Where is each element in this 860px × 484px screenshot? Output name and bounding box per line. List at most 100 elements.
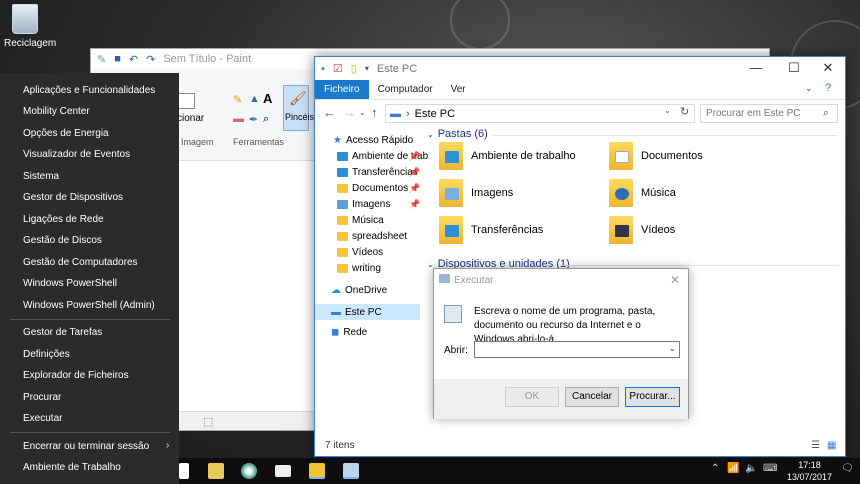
menu-item-apps-features[interactable]: Aplicações e Funcionalidades <box>23 85 155 96</box>
menu-item-disk-management[interactable]: Gestão de Discos <box>23 235 102 246</box>
tab-ficheiro[interactable]: Ficheiro <box>315 80 369 99</box>
network-icon[interactable]: 📶 <box>727 463 739 474</box>
menu-item-event-viewer[interactable]: Visualizador de Eventos <box>23 149 130 160</box>
maximize-button[interactable]: ☐ <box>777 57 811 79</box>
menu-item-powershell[interactable]: Windows PowerShell <box>23 278 117 289</box>
up-button[interactable]: ↑ <box>371 105 378 120</box>
browse-button[interactable]: Procurar... <box>625 387 680 407</box>
folder-tile-videos[interactable]: Vídeos <box>609 216 675 244</box>
chevron-up-icon[interactable]: ⌃ <box>711 463 719 474</box>
cancel-button[interactable]: Cancelar <box>565 387 619 407</box>
nav-item-videos[interactable]: Vídeos <box>337 244 383 260</box>
magnifier-icon[interactable]: ⌕ <box>263 113 269 126</box>
ok-button[interactable]: OK <box>505 387 559 407</box>
menu-item-file-explorer[interactable]: Explorador de Ficheiros <box>23 370 129 381</box>
notification-center-icon[interactable]: 🗨 <box>841 463 854 474</box>
nav-item-transferencias[interactable]: Transferências <box>337 164 418 180</box>
clock[interactable]: 17:18 13/07/2017 <box>787 459 832 483</box>
nav-network[interactable]: ◼ Rede <box>331 324 367 340</box>
nav-item-writing[interactable]: writing <box>337 260 381 276</box>
chevron-down-icon[interactable]: ⌄ <box>668 343 676 354</box>
paint-redo-icon[interactable]: ↷ <box>146 53 155 66</box>
paint-select-tool[interactable] <box>177 93 195 109</box>
paint-taskbar-icon[interactable] <box>241 463 257 479</box>
folder-tile-imagens[interactable]: Imagens <box>439 179 513 207</box>
address-text[interactable]: Este PC <box>415 108 455 120</box>
help-icon[interactable]: ? <box>825 82 831 94</box>
menu-item-power-options[interactable]: Opções de Energia <box>23 128 109 139</box>
menu-item-mobility-center[interactable]: Mobility Center <box>23 106 90 117</box>
nav-item-spreadsheet[interactable]: spreadsheet <box>337 228 407 244</box>
tab-computador[interactable]: Computador <box>369 80 442 99</box>
menu-item-search[interactable]: Procurar <box>23 392 61 403</box>
run-dialog[interactable]: Executar ✕ Escreva o nome de um programa… <box>433 268 689 419</box>
address-dropdown-icon[interactable]: ⌄ <box>664 106 671 115</box>
address-bar-row: ← → ⌄ ↑ ▬ › Este PC ⌄ ↻ Procurar em Este… <box>315 100 845 126</box>
fill-icon[interactable]: ▲ <box>249 93 260 105</box>
recycle-bin-shortcut[interactable]: Reciclagem <box>4 4 56 49</box>
folder-tile-documentos[interactable]: Documentos <box>609 142 703 170</box>
folder-tile-musica[interactable]: Música <box>609 179 676 207</box>
menu-item-shutdown-signout[interactable]: Encerrar ou terminar sessão <box>23 441 149 452</box>
menu-item-powershell-admin[interactable]: Windows PowerShell (Admin) <box>23 300 155 311</box>
paint-save-icon[interactable]: ■ <box>114 53 121 65</box>
volume-icon[interactable]: 🔈 <box>745 463 757 474</box>
menu-item-network-connections[interactable]: Ligações de Rede <box>23 214 104 225</box>
paint-select-label[interactable]: cionar <box>177 113 204 124</box>
menu-item-desktop[interactable]: Ambiente de Trabalho <box>23 462 121 473</box>
run-title-icon <box>439 274 450 283</box>
properties-icon[interactable]: ☑ <box>333 62 343 75</box>
menu-item-system[interactable]: Sistema <box>23 171 59 182</box>
folders-group-label: Pastas (6) <box>437 128 488 140</box>
nav-item-label: Documentos <box>352 182 409 194</box>
menu-item-run[interactable]: Executar <box>23 413 62 424</box>
nav-item-musica[interactable]: Música <box>337 212 384 228</box>
open-input[interactable]: ⌄ <box>474 341 680 358</box>
nav-quick-access[interactable]: ★ Acesso Rápido <box>333 132 413 148</box>
store-icon[interactable] <box>179 463 189 479</box>
search-input[interactable]: Procurar em Este PC <box>700 104 838 123</box>
back-button[interactable]: ← <box>323 105 336 120</box>
recent-locations-icon[interactable]: ⌄ <box>359 108 366 117</box>
run-taskbar-icon[interactable] <box>343 463 359 479</box>
run-close-button[interactable]: ✕ <box>670 273 680 287</box>
pencil-icon[interactable]: ✎ <box>233 93 242 106</box>
text-icon[interactable]: A <box>263 91 272 106</box>
mail-icon[interactable] <box>275 465 291 477</box>
expand-ribbon-icon[interactable]: ⌄ <box>805 83 813 94</box>
paint-group-tools-label: Ferramentas <box>233 137 285 147</box>
folder-tile-transferencias[interactable]: Transferências <box>439 216 543 244</box>
menu-item-device-manager[interactable]: Gestor de Dispositivos <box>23 192 123 203</box>
sticky-notes-icon[interactable] <box>208 463 224 479</box>
pictures-folder-icon <box>439 179 463 207</box>
explorer-taskbar-icon[interactable] <box>309 463 325 479</box>
brushes-button[interactable]: 🖌 Pincéis <box>283 85 314 131</box>
nav-item-documentos[interactable]: Documentos <box>337 180 408 196</box>
nav-item-imagens[interactable]: Imagens <box>337 196 390 212</box>
paint-canvas[interactable] <box>179 161 315 413</box>
nav-item-label: Imagens <box>352 198 391 210</box>
menu-item-computer-management[interactable]: Gestão de Computadores <box>23 257 138 268</box>
forward-button[interactable]: → <box>343 105 356 120</box>
address-bar[interactable]: ▬ › Este PC ⌄ ↻ <box>385 104 695 123</box>
details-view-icon[interactable]: ☰ <box>811 436 820 456</box>
minimize-button[interactable]: — <box>739 57 773 79</box>
paint-undo-icon[interactable]: ↶ <box>129 53 138 66</box>
nav-quick-access-label: Acesso Rápido <box>345 134 414 146</box>
color-picker-icon[interactable]: ✒ <box>249 113 258 126</box>
keyboard-icon[interactable]: ⌨ <box>763 463 777 474</box>
refresh-icon[interactable]: ↻ <box>680 105 689 118</box>
tab-ver[interactable]: Ver <box>442 80 475 99</box>
large-icons-view-icon[interactable]: ▦ <box>827 436 836 456</box>
menu-item-settings[interactable]: Definições <box>23 349 70 360</box>
nav-this-pc[interactable]: ▬ Este PC <box>315 304 420 320</box>
quick-access-dropdown-icon[interactable]: ▾ <box>365 64 369 73</box>
eraser-icon[interactable]: ▬ <box>233 113 244 125</box>
folder-tile-ambiente-trabalho[interactable]: Ambiente de trabalho <box>439 142 576 170</box>
new-folder-icon[interactable]: ▯ <box>351 62 357 75</box>
folders-group-header[interactable]: ⌄ Pastas (6) <box>427 128 488 140</box>
menu-item-task-manager[interactable]: Gestor de Tarefas <box>23 327 102 338</box>
close-button[interactable]: ✕ <box>811 57 845 79</box>
nav-onedrive[interactable]: ☁ OneDrive <box>331 282 387 298</box>
breadcrumb-separator-icon[interactable]: › <box>406 108 410 120</box>
